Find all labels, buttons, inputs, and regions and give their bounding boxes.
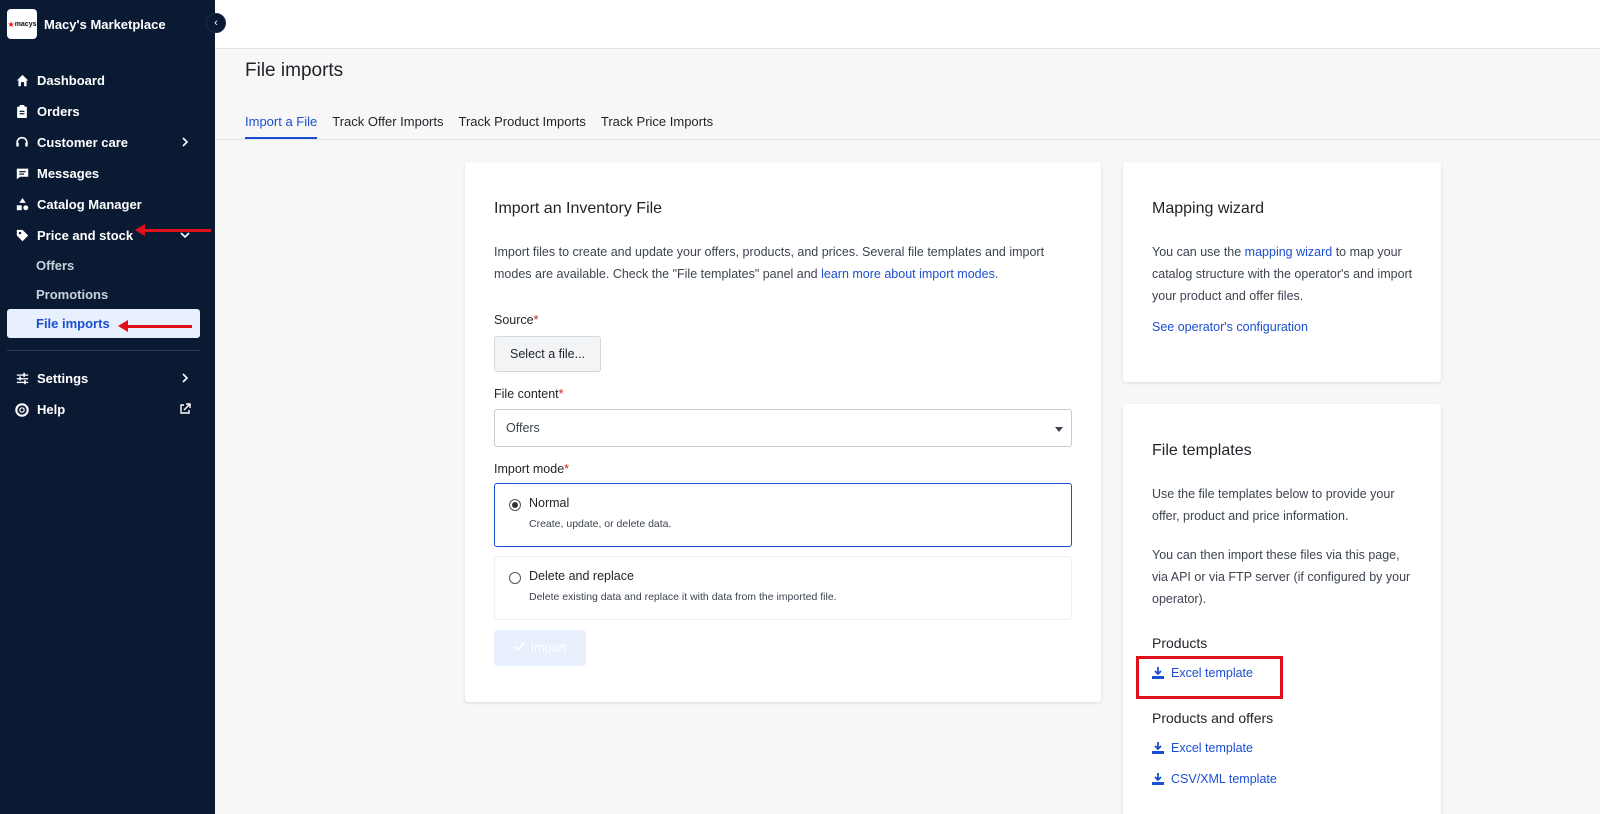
sidebar-item-label: Orders	[37, 104, 80, 119]
sidebar-nav: Dashboard Orders Customer care Messages	[0, 65, 215, 425]
import-button[interactable]: Import	[494, 630, 586, 666]
brand-name: Macy's Marketplace	[44, 16, 166, 32]
page-title: File imports	[245, 60, 344, 81]
annotation-arrow-price-stock	[135, 224, 211, 236]
mode-description: Delete existing data and replace it with…	[529, 591, 837, 603]
sidebar-item-catalog-manager[interactable]: Catalog Manager	[0, 189, 215, 220]
sidebar-item-label: Customer care	[37, 135, 129, 150]
tab-bar: Import a File Track Offer Imports Track …	[245, 104, 728, 140]
mode-title: Normal	[529, 496, 570, 510]
radio-unselected[interactable]	[509, 572, 521, 584]
sidebar-divider	[7, 350, 200, 351]
sidebar-subitem-offers[interactable]: Offers	[0, 251, 215, 280]
select-file-button[interactable]: Select a file...	[494, 336, 602, 372]
tab-track-product-imports[interactable]: Track Product Imports	[459, 104, 586, 140]
brand-logo: ★ macys	[7, 9, 37, 39]
sidebar-item-label: Price and stock	[37, 228, 134, 243]
mapping-wizard-link[interactable]: mapping wizard	[1245, 245, 1333, 259]
import-mode-label: Import mode*	[494, 462, 570, 476]
checkmark-icon	[514, 641, 525, 655]
home-icon	[15, 74, 29, 88]
sidebar-item-messages[interactable]: Messages	[0, 158, 215, 189]
templates-para-1: Use the file templates below to provide …	[1152, 487, 1395, 523]
sidebar-collapse-button[interactable]: ‹	[206, 13, 226, 33]
tab-track-price-imports[interactable]: Track Price Imports	[601, 104, 713, 140]
import-mode-normal[interactable]: Normal Create, update, or delete data.	[494, 483, 1072, 547]
sidebar-item-label: Catalog Manager	[37, 197, 142, 212]
sidebar-item-dashboard[interactable]: Dashboard	[0, 65, 215, 96]
sidebar-item-help[interactable]: Help	[0, 394, 215, 425]
mapping-card-description: You can use the mapping wizard to map yo…	[1152, 245, 1413, 303]
import-card-title: Import an Inventory File	[494, 200, 663, 217]
clipboard-icon	[15, 105, 29, 119]
caret-down-icon	[1055, 427, 1063, 432]
sidebar-subitem-promotions[interactable]: Promotions	[0, 280, 215, 309]
file-content-value: Offers	[506, 421, 540, 435]
import-file-card: Import an Inventory File Import files to…	[465, 162, 1101, 702]
sidebar-item-price-and-stock[interactable]: Price and stock	[0, 220, 215, 251]
annotation-highlight-box	[1136, 656, 1283, 699]
chevron-right-icon	[179, 136, 191, 148]
templates-card-title: File templates	[1152, 442, 1252, 459]
lifebuoy-icon	[15, 402, 29, 417]
mapping-wizard-card: Mapping wizard You can use the mapping w…	[1123, 162, 1441, 382]
file-content-select[interactable]: Offers	[494, 409, 1072, 447]
import-modes-link[interactable]: learn more about import modes	[821, 267, 995, 281]
sidebar-item-customer-care[interactable]: Customer care	[0, 127, 215, 158]
import-mode-delete-replace[interactable]: Delete and replace Delete existing data …	[494, 556, 1072, 620]
download-icon	[1152, 773, 1164, 785]
operator-config-link[interactable]: See operator's configuration	[1152, 320, 1308, 334]
sidebar-item-label: Settings	[37, 371, 89, 386]
tag-icon	[15, 229, 29, 243]
brand[interactable]: ★ macys Macy's Marketplace	[0, 0, 215, 48]
products-offers-csv-template-link[interactable]: CSV/XML template	[1152, 772, 1277, 786]
templates-group-products: Products	[1152, 635, 1208, 651]
source-label: Source*	[494, 313, 539, 327]
download-icon	[1152, 742, 1164, 754]
sidebar-item-label: Messages	[37, 166, 100, 181]
annotation-arrow-file-imports	[118, 320, 192, 332]
chat-icon	[15, 167, 29, 181]
headset-icon	[15, 136, 29, 150]
shapes-icon	[15, 198, 29, 212]
tab-import-a-file[interactable]: Import a File	[245, 104, 318, 140]
brand-logo-text: macys	[14, 20, 37, 28]
mapping-card-title: Mapping wizard	[1152, 200, 1265, 217]
products-offers-excel-template-link[interactable]: Excel template	[1152, 741, 1253, 755]
sidebar-item-label: Dashboard	[37, 73, 105, 88]
tab-track-offer-imports[interactable]: Track Offer Imports	[332, 104, 443, 140]
sidebar-item-orders[interactable]: Orders	[0, 96, 215, 127]
chevron-right-icon	[179, 372, 191, 384]
sidebar-item-label: Help	[37, 402, 66, 417]
file-templates-card: File templates Use the file templates be…	[1123, 404, 1441, 814]
import-card-description: Import files to create and update your o…	[494, 245, 1045, 281]
tabs-divider	[215, 139, 1600, 140]
templates-group-products-offers: Products and offers	[1152, 710, 1274, 726]
mode-description: Create, update, or delete data.	[529, 518, 672, 530]
templates-para-2: You can then import these files via this…	[1152, 548, 1411, 606]
sidebar-subitem-file-imports[interactable]: File imports	[7, 309, 200, 338]
sidebar: ★ macys Macy's Marketplace Dashboard Orde…	[0, 0, 215, 814]
file-content-label: File content*	[494, 387, 564, 401]
radio-selected[interactable]	[509, 499, 521, 511]
top-bar	[215, 0, 1600, 49]
external-link-icon	[179, 403, 191, 415]
sidebar-item-settings[interactable]: Settings	[0, 363, 215, 394]
mode-title: Delete and replace	[529, 569, 634, 583]
sliders-icon	[15, 372, 29, 386]
